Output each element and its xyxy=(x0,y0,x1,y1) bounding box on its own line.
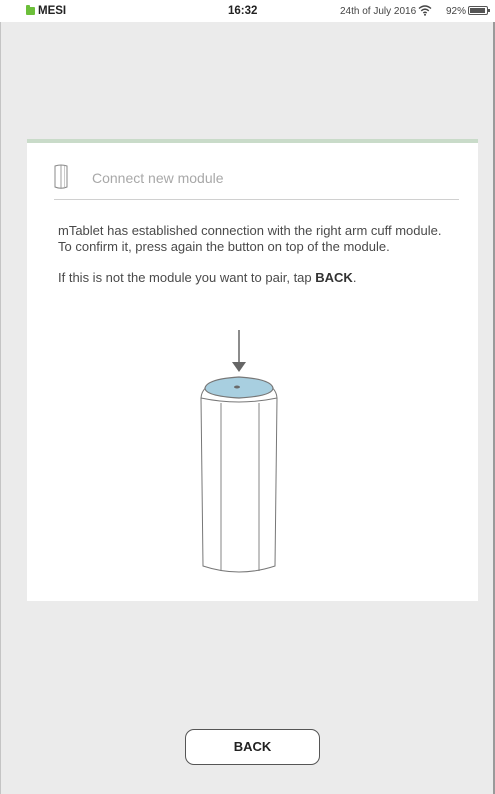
clock: 16:32 xyxy=(228,5,258,17)
module-icon xyxy=(54,164,68,189)
folder-icon xyxy=(26,5,35,15)
down-arrow-icon xyxy=(232,330,246,372)
date: 24th of July 2016 xyxy=(340,6,417,17)
brand-label: MESI xyxy=(38,5,67,17)
module-illustration xyxy=(200,330,278,573)
dialog-header: Connect new module xyxy=(27,161,478,201)
hint-prefix: If this is not the module you want to pa… xyxy=(58,270,316,285)
screen-left-edge xyxy=(0,0,1,794)
header-divider xyxy=(54,199,459,200)
cuff-module-drawing xyxy=(200,376,278,573)
message-back-hint: If this is not the module you want to pa… xyxy=(58,270,458,286)
status-bar: MESI 16:32 24th of July 2016 92% xyxy=(0,0,495,22)
battery-icon xyxy=(468,6,490,15)
hint-suffix: . xyxy=(352,270,357,285)
battery-percent: 92% xyxy=(446,6,467,17)
battery-fill xyxy=(470,8,485,13)
dialog-title: Connect new module xyxy=(92,170,224,186)
hint-back-emphasis: BACK xyxy=(315,270,353,285)
brand: MESI xyxy=(26,5,66,17)
connect-module-dialog: Connect new module mTablet has establish… xyxy=(27,139,478,601)
message-paragraph: mTablet has established connection with … xyxy=(58,223,442,254)
dialog-message: mTablet has established connection with … xyxy=(58,223,458,286)
back-button[interactable]: BACK xyxy=(185,729,320,765)
wifi-icon xyxy=(418,5,432,16)
